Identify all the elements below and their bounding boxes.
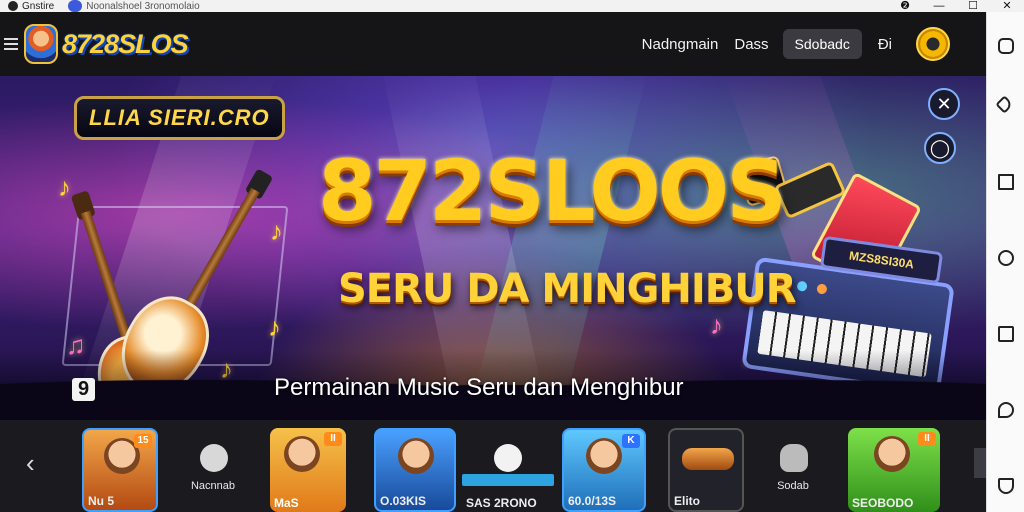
app-window: Gnstire Noonalshoel 3ronomolaio ❷ — ☐ ✕ … xyxy=(0,0,1024,512)
game-mini[interactable]: Sodab xyxy=(752,428,834,512)
main-nav: Nadngmain Dass Sdobadc Đi xyxy=(626,12,950,76)
music-note-icon: ♪ xyxy=(710,310,723,340)
game-tile[interactable]: II SEOBODO xyxy=(848,428,940,512)
nav-item-1[interactable]: Nadngmain xyxy=(642,36,719,53)
maximize-button[interactable]: ☐ xyxy=(956,0,990,12)
hero-banner[interactable]: ♪ ♪ ♫ ♪ ♪ ♫ ♪ ♪ ♪ ✕ ◯ MZS8SI30A LLIA SIE… xyxy=(0,76,986,420)
square-icon[interactable] xyxy=(998,174,1014,190)
tile-label: O.03KIS xyxy=(380,494,427,508)
robot-icon xyxy=(780,444,808,472)
tab-2[interactable]: Noonalshoel 3ronomolaio xyxy=(68,0,200,12)
menu-icon[interactable] xyxy=(4,35,18,53)
tile-label: Elito xyxy=(674,494,700,508)
tile-label: MaS xyxy=(274,496,299,510)
search-icon[interactable] xyxy=(998,250,1014,266)
edit-icon[interactable] xyxy=(998,326,1014,342)
close-icon[interactable]: ✕ xyxy=(928,88,960,120)
game-art xyxy=(376,430,454,486)
window-controls: ❷ — ☐ ✕ xyxy=(888,0,1024,12)
mini-label: Nacnnab xyxy=(190,480,236,492)
mini-label: Sodab xyxy=(777,480,809,492)
location-icon[interactable] xyxy=(998,402,1014,418)
os-title-bar: Gnstire Noonalshoel 3ronomolaio ❷ — ☐ ✕ xyxy=(0,0,1024,12)
tab-1-label[interactable]: Gnstire xyxy=(22,1,54,12)
hero-title: 872SLOOS xyxy=(318,142,787,240)
music-note-icon: ♪ xyxy=(58,172,71,202)
site-header: 8728SLOS Nadngmain Dass Sdobadc Đi xyxy=(0,12,986,76)
puzzle-icon[interactable] xyxy=(998,38,1014,54)
hero-subtitle: SERU DA MINGHIBUR xyxy=(338,266,797,312)
tile-label: SAS 2RONO xyxy=(466,496,537,510)
game-tile[interactable]: O.03KIS xyxy=(374,428,456,512)
language-selector[interactable]: Đi xyxy=(878,36,892,53)
progress-bar xyxy=(462,474,554,486)
circle-icon[interactable]: ◯ xyxy=(924,132,956,164)
right-toolbar xyxy=(986,12,1024,512)
scroll-right-handle[interactable] xyxy=(974,448,986,478)
game-art xyxy=(670,430,742,486)
game-tile[interactable]: 15 Nu 5 xyxy=(82,428,158,512)
tile-label: 60.0/13S xyxy=(568,494,617,508)
nav-item-2[interactable]: Dass xyxy=(734,36,768,53)
tile-badge: K xyxy=(622,434,640,448)
tag-icon[interactable] xyxy=(995,95,1014,114)
game-carousel: ‹ 15 Nu 5 Nacnnab II MaS O.03KIS SAS 2RO… xyxy=(0,420,986,512)
header-button[interactable]: Sdobadc xyxy=(782,29,862,59)
slide-indicator: 9 xyxy=(72,378,96,401)
music-note-icon: ♪ xyxy=(270,216,283,246)
info-icon[interactable]: ❷ xyxy=(888,0,922,12)
minimize-button[interactable]: — xyxy=(922,0,956,12)
tab-2-label: Noonalshoel 3ronomolaio xyxy=(86,0,200,12)
music-note-icon: ♪ xyxy=(268,312,281,342)
game-mini[interactable]: Nacnnab xyxy=(172,428,254,512)
tile-badge: II xyxy=(324,432,342,446)
tile-label: SEOBODO xyxy=(852,496,914,510)
game-tile[interactable]: Elito xyxy=(668,428,744,512)
hero-badge: LLIA SIERI.CRO xyxy=(74,96,285,140)
record-icon xyxy=(494,444,522,472)
keyboard-screen-text: MZS8SI30A xyxy=(819,235,944,285)
chevron-left-icon[interactable]: ‹ xyxy=(26,448,35,479)
tile-badge: II xyxy=(918,432,936,446)
app-icon xyxy=(8,1,18,11)
browser-tab-icon xyxy=(68,0,83,12)
hero-caption: Permainan Music Seru dan Menghibur xyxy=(274,374,684,401)
disc-icon xyxy=(200,444,228,472)
game-tile[interactable]: K 60.0/13S xyxy=(562,428,646,512)
tile-badge: 15 xyxy=(134,434,152,448)
close-button[interactable]: ✕ xyxy=(990,0,1024,12)
game-tile[interactable]: II MaS xyxy=(270,428,346,512)
tile-label: Nu 5 xyxy=(88,494,115,508)
brand-logo[interactable]: 8728SLOS xyxy=(62,29,189,60)
undo-icon[interactable] xyxy=(998,478,1014,494)
coin-icon[interactable] xyxy=(916,27,950,61)
mascot-logo-icon[interactable] xyxy=(24,24,58,64)
